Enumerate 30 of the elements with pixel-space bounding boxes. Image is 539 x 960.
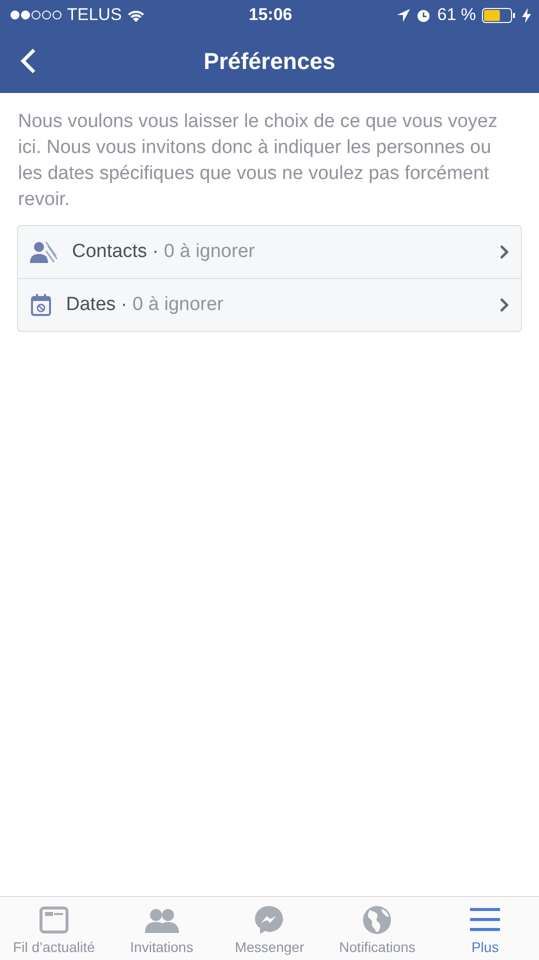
person-icon: [30, 241, 58, 263]
menu-icon: [470, 907, 500, 933]
tab-button[interactable]: Messenger: [216, 897, 324, 960]
friends-icon: [144, 907, 179, 933]
preference-row[interactable]: Contacts · 0 à ignorer: [18, 226, 521, 278]
signal-icon: [10, 10, 62, 20]
charging-bolt-icon: [522, 8, 532, 22]
tab-button[interactable]: Fil d’actualité: [0, 897, 108, 960]
battery-percent: 61 %: [437, 5, 476, 25]
messenger-icon: [254, 905, 284, 935]
intro-text: Nous voulons vous laisser le choix de ce que vous voyez ici. Nous vous invitons donc à indiquer les personnes ou les dates spécifiques que vous ne voulez pas forcément revoir.: [18, 110, 498, 212]
page-title: Préférences: [204, 48, 336, 75]
preference-row[interactable]: Dates · 0 à ignorer: [18, 278, 521, 331]
tab-button[interactable]: Plus: [431, 897, 539, 960]
calendar-icon: [30, 293, 52, 317]
carrier-name: TELUS: [67, 5, 122, 25]
alarm-clock-icon: [416, 8, 432, 22]
wifi-icon: [126, 8, 145, 22]
chevron-right-icon: [499, 297, 509, 313]
row-label: Contacts · 0 à ignorer: [72, 241, 256, 263]
back-chevron-icon: [20, 48, 36, 74]
chevron-right-icon: [499, 244, 509, 260]
battery-icon: [482, 8, 516, 22]
row-label: Dates · 0 à ignorer: [66, 294, 224, 316]
globe-icon: [362, 905, 392, 935]
tab-button[interactable]: Invitations: [108, 897, 216, 960]
location-arrow-icon: [397, 8, 410, 22]
tab-button[interactable]: Notifications: [323, 897, 432, 960]
clock-time: 15:06: [248, 5, 292, 25]
newspaper-icon: [38, 906, 69, 934]
